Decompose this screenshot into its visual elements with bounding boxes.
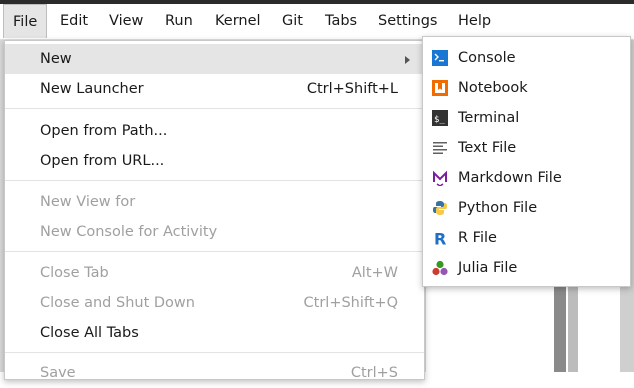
menu-item-new-console-for-activity[interactable]: New Console for Activity (5, 217, 424, 247)
submenu-item-label: R File (458, 230, 497, 246)
submenu-item-markdown-file[interactable]: Markdown File (423, 163, 630, 193)
r-icon: R (434, 230, 446, 246)
menu-item-label: New Console for Activity (40, 224, 218, 240)
menu-separator (5, 352, 424, 353)
file-menu: New New Launcher Ctrl+Shift+L Open from … (4, 40, 425, 381)
submenu-item-label: Console (458, 50, 516, 66)
menu-separator (5, 180, 424, 181)
svg-text:R: R (434, 230, 446, 246)
menubar-edit[interactable]: Edit (51, 4, 97, 38)
menu-bar: File Edit View Run Kernel Git Tabs Setti… (0, 0, 634, 40)
terminal-icon: $_ (432, 110, 448, 126)
submenu-item-console[interactable]: Console (423, 43, 630, 73)
menu-item-label: Close Tab (40, 265, 109, 281)
menu-item-open-from-path[interactable]: Open from Path... (5, 116, 424, 146)
menubar-tabs[interactable]: Tabs (316, 4, 366, 38)
svg-text:$_: $_ (434, 115, 445, 125)
menubar-kernel[interactable]: Kernel (206, 4, 270, 38)
submenu-item-julia-file[interactable]: Julia File (423, 253, 630, 283)
menu-item-label: New (40, 51, 72, 67)
menu-item-close-all-tabs[interactable]: Close All Tabs (5, 318, 424, 348)
submenu-item-r-file[interactable]: R R File (423, 223, 630, 253)
submenu-item-label: Python File (458, 200, 538, 216)
submenu-item-terminal[interactable]: $_ Terminal (423, 103, 630, 133)
menubar-settings[interactable]: Settings (369, 4, 446, 38)
console-icon (432, 50, 448, 66)
menubar-view[interactable]: View (100, 4, 152, 38)
submenu-item-label: Notebook (458, 80, 528, 96)
menu-item-close-tab[interactable]: Close Tab Alt+W (5, 258, 424, 288)
menu-item-label: Save (40, 365, 76, 381)
notebook-icon (432, 80, 448, 96)
menubar-file[interactable]: File (3, 4, 48, 38)
submenu-item-notebook[interactable]: Notebook (423, 73, 630, 103)
menubar-run[interactable]: Run (156, 4, 202, 38)
menu-separator (5, 108, 424, 109)
menu-item-shortcut: Alt+W (351, 265, 398, 281)
menu-item-label: Open from URL... (40, 153, 165, 169)
submenu-item-label: Markdown File (458, 170, 562, 186)
menubar-git[interactable]: Git (273, 4, 312, 38)
menu-item-new[interactable]: New (5, 44, 424, 74)
menu-item-label: Close and Shut Down (40, 295, 195, 311)
python-icon (433, 201, 447, 215)
menu-item-shortcut: Ctrl+S (350, 365, 398, 381)
menu-separator (5, 251, 424, 252)
menu-item-label: New View for (40, 194, 136, 210)
menubar-help[interactable]: Help (449, 4, 500, 38)
julia-icon (432, 260, 448, 276)
submenu-item-python-file[interactable]: Python File (423, 193, 630, 223)
submenu-item-label: Terminal (458, 110, 520, 126)
submenu-arrow-icon (405, 56, 410, 64)
menu-item-new-view-for[interactable]: New View for (5, 187, 424, 217)
menu-item-close-and-shut-down[interactable]: Close and Shut Down Ctrl+Shift+Q (5, 288, 424, 318)
menu-item-label: Close All Tabs (40, 325, 139, 341)
menu-item-save[interactable]: Save Ctrl+S (5, 358, 424, 388)
menu-item-open-from-url[interactable]: Open from URL... (5, 146, 424, 176)
menu-item-label: Open from Path... (40, 123, 168, 139)
text-file-icon (433, 142, 447, 154)
new-submenu: Console Notebook $_ Terminal Text File M… (422, 36, 631, 287)
markdown-icon (433, 170, 447, 186)
submenu-item-label: Julia File (458, 260, 518, 276)
menu-item-shortcut: Ctrl+Shift+L (306, 81, 398, 97)
menu-item-shortcut: Ctrl+Shift+Q (303, 295, 398, 311)
submenu-item-label: Text File (458, 140, 517, 156)
menu-item-label: New Launcher (40, 81, 144, 97)
submenu-item-text-file[interactable]: Text File (423, 133, 630, 163)
menu-item-new-launcher[interactable]: New Launcher Ctrl+Shift+L (5, 74, 424, 104)
